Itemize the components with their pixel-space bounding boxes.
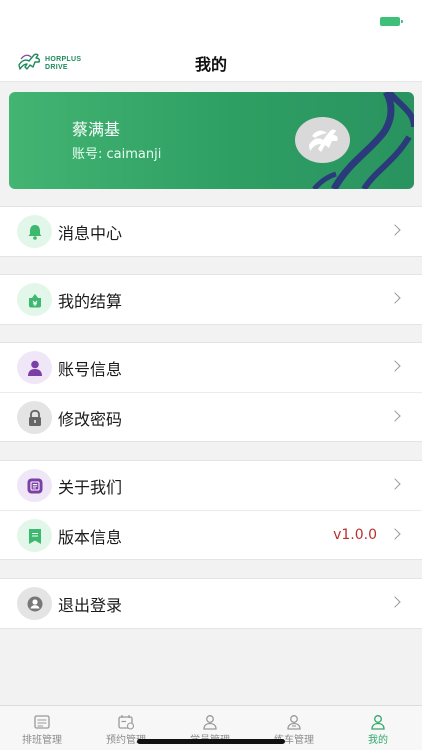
info-icon — [17, 469, 52, 502]
user-name: 蔡满基 — [72, 120, 121, 139]
nav-bar: HORPLUS DRIVE 我的 — [0, 40, 422, 82]
menu-item-logout[interactable]: 退出登录 — [0, 579, 422, 628]
menu-item-settlement[interactable]: 我的结算 — [0, 275, 422, 324]
schedule-icon — [34, 715, 50, 729]
profile-icon — [371, 715, 385, 730]
avatar[interactable] — [295, 117, 350, 163]
chevron-right-icon — [389, 360, 401, 372]
chevron-right-icon — [389, 528, 401, 540]
chevron-right-icon — [389, 596, 401, 608]
menu-item-label: 修改密码 — [58, 410, 123, 429]
status-bar — [0, 0, 422, 40]
menu-item-label: 版本信息 — [58, 528, 123, 547]
profile-card[interactable]: 蔡满基 账号: caimanji — [9, 92, 414, 189]
student-icon — [203, 715, 217, 730]
menu-item-label: 消息中心 — [58, 224, 123, 243]
logout-icon — [17, 587, 52, 620]
menu-item-label: 我的结算 — [58, 292, 123, 311]
menu-group-settlement: 我的结算 — [0, 274, 422, 325]
menu-item-account-info[interactable]: 账号信息 — [0, 343, 422, 392]
tab-schedule[interactable]: 排班管理 — [0, 706, 84, 750]
version-number: v1.0.0 — [333, 527, 377, 543]
menu-item-label: 账号信息 — [58, 360, 123, 379]
coach-icon — [287, 715, 301, 730]
menu-group-about: 关于我们 版本信息 v1.0.0 — [0, 460, 422, 560]
menu-item-version-info[interactable]: 版本信息 v1.0.0 — [0, 510, 422, 559]
lock-icon — [17, 401, 52, 434]
menu-group-messages: 消息中心 — [0, 206, 422, 257]
settlement-icon — [17, 283, 52, 316]
battery-icon — [380, 17, 403, 26]
chevron-right-icon — [389, 410, 401, 422]
bookmark-icon — [17, 519, 52, 552]
user-icon — [17, 351, 52, 384]
menu-item-about-us[interactable]: 关于我们 — [0, 461, 422, 510]
chevron-right-icon — [389, 224, 401, 236]
menu-item-messages[interactable]: 消息中心 — [0, 207, 422, 256]
user-account: 账号: caimanji — [72, 147, 162, 162]
calendar-icon — [118, 715, 134, 730]
chevron-right-icon — [389, 292, 401, 304]
page-title: 我的 — [194, 55, 227, 74]
chevron-right-icon — [389, 478, 401, 490]
bell-icon — [17, 215, 52, 248]
menu-item-label: 关于我们 — [58, 478, 123, 497]
tab-label: 排班管理 — [22, 735, 62, 746]
menu-group-account: 账号信息 修改密码 — [0, 342, 422, 442]
tab-profile[interactable]: 我的 — [336, 706, 420, 750]
menu-item-label: 退出登录 — [58, 596, 123, 615]
pegasus-icon — [309, 129, 338, 152]
tab-label: 我的 — [368, 735, 388, 746]
menu-group-logout: 退出登录 — [0, 578, 422, 629]
home-indicator — [137, 739, 285, 744]
menu-item-change-password[interactable]: 修改密码 — [0, 392, 422, 441]
